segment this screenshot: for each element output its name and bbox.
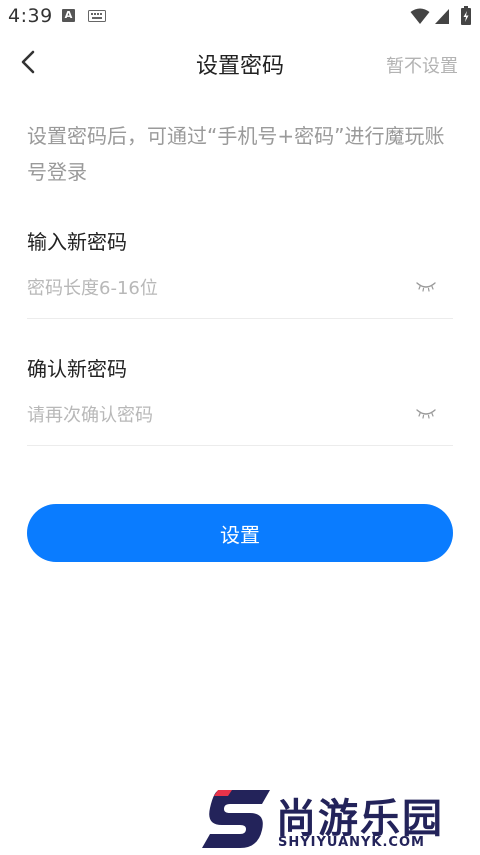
new-password-input[interactable] <box>27 273 397 303</box>
confirm-password-field: 确认新密码 <box>27 353 453 446</box>
hint-text: 设置密码后，可通过“手机号+密码”进行魔玩账号登录 <box>27 124 445 184</box>
status-bar: 4:39 A <box>0 0 480 34</box>
watermark-logo-icon <box>202 790 270 848</box>
skip-button[interactable]: 暂不设置 <box>386 52 458 78</box>
watermark: 尚游乐园 SHYIYUANYK.COM <box>196 786 480 855</box>
confirm-password-label: 确认新密码 <box>27 357 127 381</box>
confirm-password-row <box>27 400 453 446</box>
confirm-password-input[interactable] <box>27 400 397 430</box>
wifi-icon <box>410 8 430 24</box>
new-password-row <box>27 273 453 319</box>
signal-icon <box>435 9 449 24</box>
status-time: 4:39 <box>8 5 53 27</box>
battery-icon <box>461 6 471 25</box>
new-password-label: 输入新密码 <box>27 230 127 254</box>
set-password-button[interactable]: 设置 <box>27 504 453 562</box>
notification-a-icon: A <box>62 9 75 22</box>
watermark-subtitle: SHYIYUANYK.COM <box>278 835 425 850</box>
new-password-field: 输入新密码 <box>27 226 453 319</box>
eye-closed-icon[interactable] <box>415 279 437 293</box>
keyboard-icon <box>88 10 106 22</box>
eye-closed-icon[interactable] <box>415 406 437 420</box>
header: 设置密码 暂不设置 <box>0 40 480 84</box>
